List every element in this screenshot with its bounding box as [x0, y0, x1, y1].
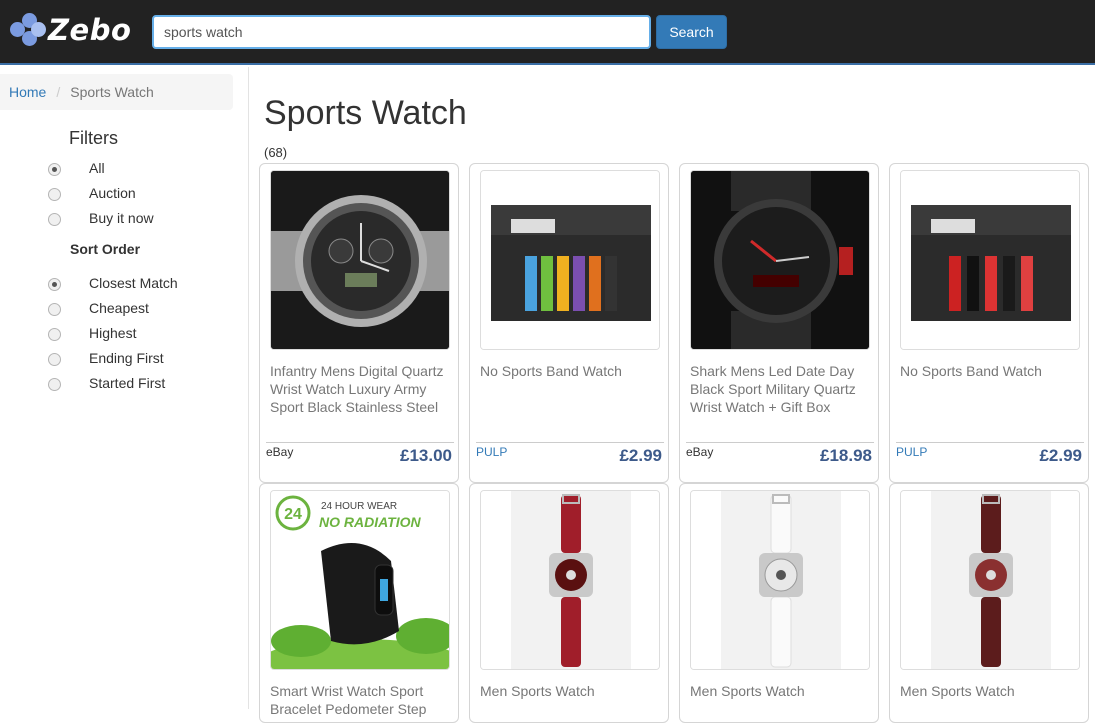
product-title[interactable]: Men Sports Watch — [900, 682, 1080, 700]
result-count: (68) — [264, 145, 288, 160]
sort-option-closest-match[interactable]: Closest Match — [48, 274, 178, 294]
top-navbar: Zebo sports watch Search — [0, 0, 1095, 65]
breadcrumb: Home / Sports Watch — [0, 74, 233, 110]
product-source: eBay — [266, 445, 294, 459]
smart-band-image[interactable]: 24 24 HOUR WEAR NO RADIATION — [270, 490, 450, 670]
radio-button[interactable] — [48, 212, 61, 226]
filter-option-buy-it-now[interactable]: Buy it now — [48, 209, 154, 229]
sort-option-ending-first[interactable]: Ending First — [48, 349, 164, 369]
filter-option-all[interactable]: All — [48, 159, 105, 179]
product-card[interactable]: Men Sports Watch — [889, 483, 1089, 723]
breadcrumb-separator: / — [56, 84, 61, 100]
product-title[interactable]: Shark Mens Led Date Day Black Sport Mili… — [690, 362, 870, 416]
sort-option-highest[interactable]: Highest — [48, 324, 136, 344]
radio-button[interactable] — [48, 302, 61, 316]
product-source: PULP — [476, 445, 508, 459]
radio-button[interactable] — [48, 327, 61, 341]
sort-option-started-first[interactable]: Started First — [48, 374, 165, 394]
sports-band-pack-image[interactable] — [480, 170, 660, 350]
black-military-watch-image[interactable] — [690, 170, 870, 350]
page-title: Sports Watch — [264, 94, 467, 132]
search-button[interactable]: Search — [656, 15, 727, 49]
product-title[interactable]: No Sports Band Watch — [900, 362, 1080, 380]
product-card[interactable]: Men Sports Watch — [469, 483, 669, 723]
product-source: eBay — [686, 445, 714, 459]
product-card[interactable]: Shark Mens Led Date Day Black Sport Mili… — [679, 163, 879, 483]
product-card[interactable]: 24 24 HOUR WEAR NO RADIATION Smart Wrist… — [259, 483, 459, 723]
breadcrumb-current: Sports Watch — [70, 84, 154, 100]
product-card[interactable]: No Sports Band Watch PULP £2.99 — [889, 163, 1089, 483]
white-strap-watch-image[interactable] — [690, 490, 870, 670]
zebo-logo[interactable]: Zebo — [8, 12, 131, 48]
radio-button[interactable] — [48, 162, 61, 176]
product-title[interactable]: Men Sports Watch — [480, 682, 660, 700]
sort-option-label: Highest — [89, 325, 137, 341]
filter-option-auction[interactable]: Auction — [48, 184, 136, 204]
red-strap-watch-image[interactable] — [480, 490, 660, 670]
logo-icon — [8, 12, 46, 48]
sports-band-pack-image[interactable] — [900, 170, 1080, 350]
filter-option-label: All — [89, 160, 105, 176]
sort-order-heading: Sort Order — [70, 241, 141, 257]
product-title[interactable]: No Sports Band Watch — [480, 362, 660, 380]
product-price: £13.00 — [400, 446, 452, 465]
sort-option-label: Cheapest — [89, 300, 149, 316]
radio-button[interactable] — [48, 352, 61, 366]
product-card[interactable]: Men Sports Watch — [679, 483, 879, 723]
filter-option-label: Buy it now — [89, 210, 154, 226]
logo-text: Zebo — [48, 13, 132, 47]
brown-strap-watch-image[interactable] — [900, 490, 1080, 670]
breadcrumb-home-link[interactable]: Home — [9, 84, 46, 100]
banner-main-text: NO RADIATION — [319, 514, 422, 530]
search-input[interactable]: sports watch — [152, 15, 651, 49]
product-price: £2.99 — [1039, 446, 1082, 465]
product-price: £18.98 — [820, 446, 872, 465]
metal-chronograph-watch-image[interactable] — [270, 170, 450, 350]
banner-top-text: 24 HOUR WEAR — [321, 501, 397, 512]
product-card[interactable]: No Sports Band Watch PULP £2.99 — [469, 163, 669, 483]
radio-button[interactable] — [48, 377, 61, 391]
sort-option-label: Started First — [89, 375, 166, 391]
product-source: PULP — [896, 445, 928, 459]
card-divider — [896, 442, 1084, 443]
product-title[interactable]: Smart Wrist Watch Sport Bracelet Pedomet… — [270, 682, 450, 718]
sidebar-divider — [248, 67, 249, 709]
card-divider — [266, 442, 454, 443]
filters-heading: Filters — [69, 128, 118, 148]
banner-number: 24 — [284, 506, 302, 523]
product-card[interactable]: Infantry Mens Digital Quartz Wrist Watch… — [259, 163, 459, 483]
card-divider — [476, 442, 664, 443]
product-title[interactable]: Men Sports Watch — [690, 682, 870, 700]
sort-option-label: Closest Match — [89, 275, 178, 291]
radio-button[interactable] — [48, 277, 61, 291]
product-price: £2.99 — [619, 446, 662, 465]
product-title[interactable]: Infantry Mens Digital Quartz Wrist Watch… — [270, 362, 450, 416]
radio-button[interactable] — [48, 187, 61, 201]
sort-option-cheapest[interactable]: Cheapest — [48, 299, 149, 319]
sort-option-label: Ending First — [89, 350, 164, 366]
card-divider — [686, 442, 874, 443]
filter-option-label: Auction — [89, 185, 136, 201]
